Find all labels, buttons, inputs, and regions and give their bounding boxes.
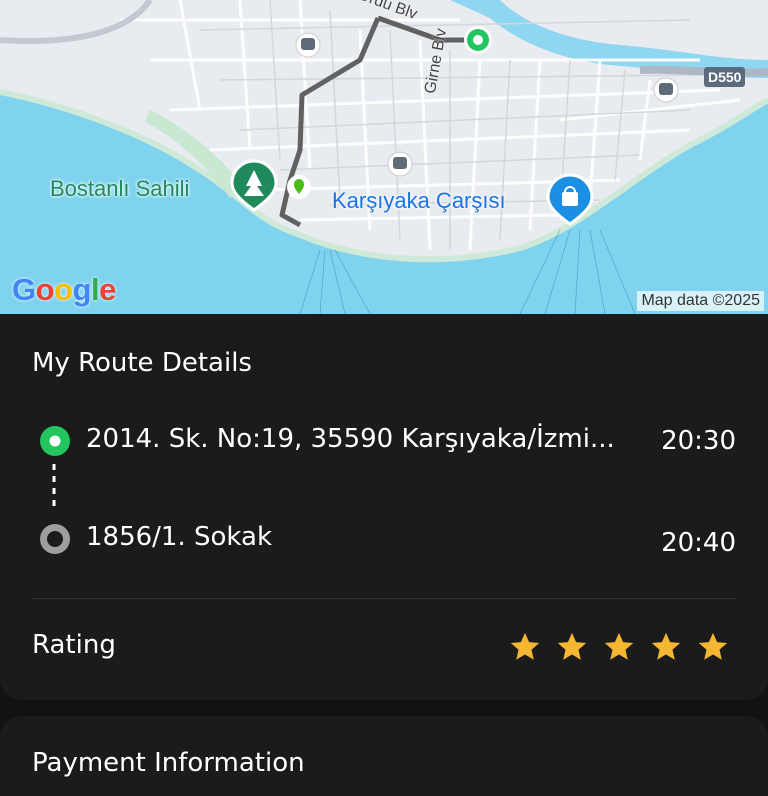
divider	[32, 598, 736, 599]
star-icon	[510, 632, 540, 660]
google-logo: Google	[12, 272, 116, 307]
star-icon	[604, 632, 634, 660]
location-pin-icon[interactable]	[287, 175, 311, 199]
destination-time: 20:40	[661, 528, 736, 558]
route-connector	[52, 464, 56, 508]
map-canvas	[0, 0, 768, 314]
origin-address[interactable]: 2014. Sk. No:19, 35590 Karşıyaka/İzmi...	[86, 424, 615, 454]
star-icon	[651, 632, 681, 660]
map-attribution[interactable]: Map data ©2025	[637, 291, 764, 311]
highway-shield: D550	[704, 67, 746, 87]
payment-title: Payment Information	[32, 748, 305, 778]
train-station-icon[interactable]	[295, 32, 321, 58]
train-station-icon[interactable]	[653, 77, 679, 103]
destination-stop-icon	[40, 524, 70, 554]
destination-address[interactable]: 1856/1. Sokak	[86, 522, 272, 552]
star-icon	[557, 632, 587, 660]
star-icon	[698, 632, 728, 660]
map-place-label[interactable]: Bostanlı Sahili	[50, 176, 189, 202]
origin-time: 20:30	[661, 426, 736, 456]
rating-stars	[508, 630, 730, 664]
map-place-label[interactable]: Karşıyaka Çarşısı	[332, 188, 506, 214]
origin-stop-icon	[40, 426, 70, 456]
train-station-icon[interactable]	[387, 151, 413, 177]
route-details-title: My Route Details	[32, 348, 252, 378]
rating-label: Rating	[32, 630, 116, 660]
map-view[interactable]: Ordu Blv Girne Blv Bostanlı Sahili Karşı…	[0, 0, 768, 314]
origin-marker-icon[interactable]	[464, 26, 492, 54]
